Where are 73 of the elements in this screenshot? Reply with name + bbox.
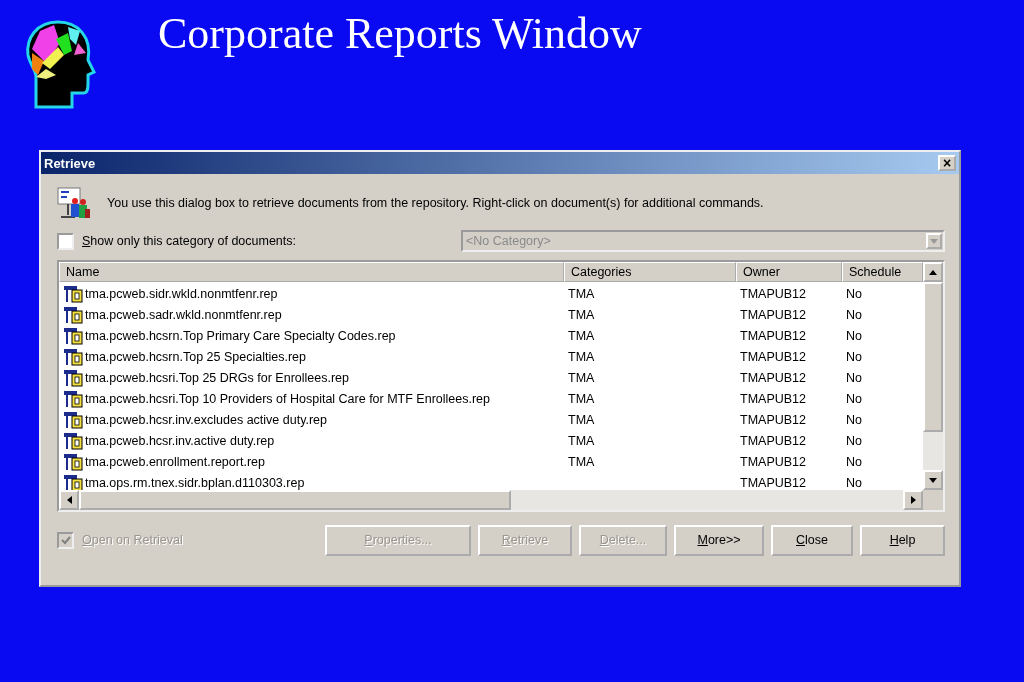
file-name: tma.pcweb.enrollment.report.rep bbox=[85, 454, 265, 469]
down-arrow-icon bbox=[929, 477, 937, 483]
dialog-button[interactable]: Close bbox=[771, 524, 853, 556]
file-name: tma.pcweb.sidr.wkld.nonmtfenr.rep bbox=[85, 286, 278, 301]
file-name: tma.pcweb.hcsri.Top 25 DRGs for Enrollees.rep bbox=[85, 370, 349, 385]
report-file-icon bbox=[63, 389, 83, 408]
column-header[interactable]: Name bbox=[59, 262, 564, 282]
left-arrow-icon bbox=[66, 496, 72, 504]
file-name: tma.pcweb.hcsri.Top 10 Providers of Hospital Care for MTF Enrollees.rep bbox=[85, 391, 491, 406]
report-file-icon bbox=[63, 431, 83, 450]
report-file-icon bbox=[63, 326, 83, 345]
report-file-icon bbox=[63, 347, 83, 366]
report-file-icon bbox=[63, 284, 83, 303]
dialog-button[interactable]: More>> bbox=[674, 524, 764, 556]
table-cell: TMAPUB12 bbox=[740, 454, 806, 469]
close-button[interactable]: × bbox=[938, 155, 956, 171]
horizontal-scrollbar[interactable] bbox=[59, 490, 923, 510]
table-cell: TMA bbox=[568, 391, 595, 406]
report-file-icon bbox=[63, 473, 83, 490]
file-name: tma.pcweb.hcsr.inv.excludes active duty.rep bbox=[85, 412, 327, 427]
slide-title: Corporate Reports Window bbox=[158, 7, 642, 59]
table-cell: No bbox=[846, 475, 862, 490]
table-cell: TMAPUB12 bbox=[740, 391, 806, 406]
table-cell: TMA bbox=[568, 307, 595, 322]
table-cell: No bbox=[846, 286, 862, 301]
right-arrow-icon bbox=[910, 496, 916, 504]
file-name: tma.pcweb.hcsr.inv.active duty.rep bbox=[85, 433, 275, 448]
table-cell: TMAPUB12 bbox=[740, 307, 806, 322]
dropdown-arrow-icon bbox=[930, 238, 938, 244]
vertical-scrollbar[interactable] bbox=[923, 262, 943, 490]
info-text: You use this dialog box to retrieve documents from the repository. Right-click on document(s) for additional commands. bbox=[107, 196, 764, 210]
table-cell: TMA bbox=[568, 433, 595, 448]
table-cell: TMAPUB12 bbox=[740, 349, 806, 364]
table-cell: No bbox=[846, 349, 862, 364]
table-cell: No bbox=[846, 391, 862, 406]
checkbox-label: Open on Retrieval bbox=[82, 533, 183, 547]
table-cell: No bbox=[846, 307, 862, 322]
category-checkbox[interactable] bbox=[57, 232, 74, 250]
table-cell: TMA bbox=[568, 286, 595, 301]
report-file-icon bbox=[63, 305, 83, 324]
table-cell: TMAPUB12 bbox=[740, 433, 806, 448]
table-cell: No bbox=[846, 412, 862, 427]
up-arrow-icon bbox=[929, 269, 937, 275]
table-cell: No bbox=[846, 328, 862, 343]
presentation-people-icon bbox=[57, 187, 91, 219]
table-cell: TMA bbox=[568, 349, 595, 364]
table-cell: TMA bbox=[568, 370, 595, 385]
file-name: tma.pcweb.sadr.wkld.nonmtfenr.rep bbox=[85, 307, 282, 322]
window-title: Retrieve bbox=[44, 155, 96, 171]
table-cell: TMA bbox=[568, 454, 595, 469]
checkbox-label: Show only this category of documents: bbox=[82, 234, 296, 248]
table-cell: TMAPUB12 bbox=[740, 370, 806, 385]
table-cell: TMAPUB12 bbox=[740, 286, 806, 301]
report-file-icon bbox=[63, 452, 83, 471]
table-cell: No bbox=[846, 454, 862, 469]
table-cell: TMAPUB12 bbox=[740, 328, 806, 343]
column-header[interactable]: Categories bbox=[564, 262, 736, 282]
checkmark-icon bbox=[60, 535, 71, 545]
report-file-icon bbox=[63, 410, 83, 429]
file-name: tma.pcweb.hcsrn.Top Primary Care Specialty Codes.rep bbox=[85, 328, 396, 343]
table-cell: TMAPUB12 bbox=[740, 412, 806, 427]
table-cell: No bbox=[846, 433, 862, 448]
column-header[interactable]: Owner bbox=[736, 262, 842, 282]
table-cell: TMA bbox=[568, 328, 595, 343]
table-cell: TMA bbox=[568, 412, 595, 427]
file-name: tma.pcweb.hcsrn.Top 25 Specialties.rep bbox=[85, 349, 306, 364]
table-cell: No bbox=[846, 370, 862, 385]
report-file-icon bbox=[63, 368, 83, 387]
column-header[interactable]: Schedule bbox=[842, 262, 923, 282]
scrollbar-corner bbox=[923, 490, 943, 510]
file-name: tma.ops.rm.tnex.sidr.bplan.d110303.rep bbox=[85, 475, 305, 490]
table-cell: TMAPUB12 bbox=[740, 475, 806, 490]
dialog-button[interactable]: Help bbox=[860, 524, 945, 556]
